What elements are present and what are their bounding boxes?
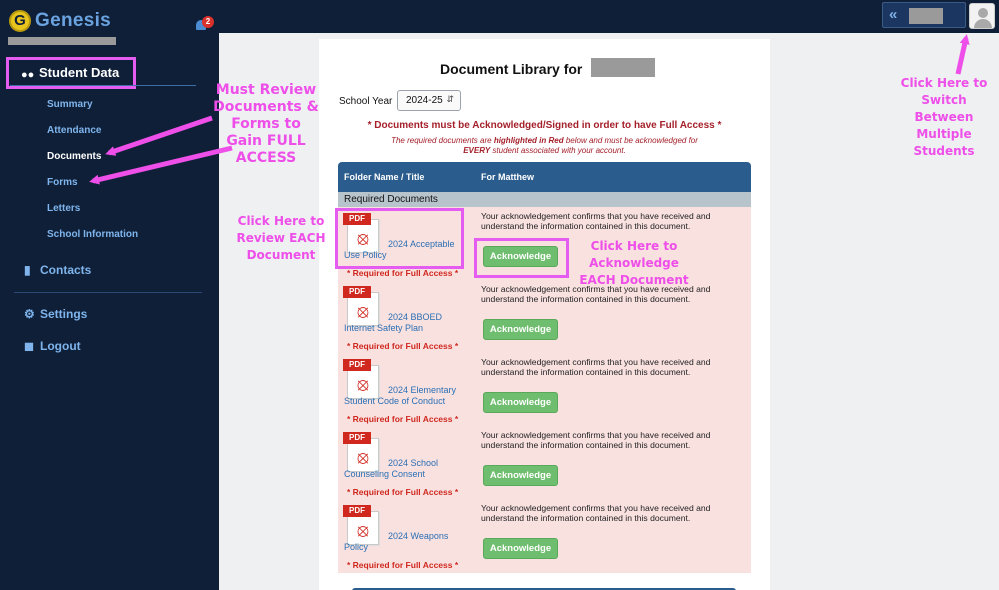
annotation-line: Acknowledge bbox=[589, 256, 679, 270]
annotation-line: Must Review bbox=[215, 82, 317, 98]
annotation-click-acknowledge: Click Here to Acknowledge EACH Document bbox=[578, 238, 690, 289]
annotation-arrows bbox=[89, 34, 970, 185]
annotation-line: Switch bbox=[921, 93, 967, 107]
annotation-click-review: Click Here to Review EACH Document bbox=[231, 213, 331, 264]
annotation-line: Between bbox=[914, 110, 974, 124]
annotation-line: Forms to bbox=[231, 116, 301, 132]
annotation-line: Multiple bbox=[916, 127, 972, 141]
annotation-line: Click Here to bbox=[900, 76, 988, 90]
arrow-to-avatar bbox=[955, 34, 970, 75]
annotation-line: Review EACH bbox=[236, 231, 326, 245]
annotation-line: EACH Document bbox=[579, 273, 689, 287]
annotation-line: Documents & bbox=[213, 99, 319, 115]
annotation-line: Students bbox=[913, 144, 975, 158]
annotation-click-switch: Click Here to Switch Between Multiple St… bbox=[896, 75, 992, 160]
annotation-line: Gain FULL bbox=[226, 133, 306, 149]
arrow-to-documents bbox=[105, 115, 213, 156]
annotation-line: Document bbox=[246, 248, 316, 262]
annotation-line: Click Here to bbox=[590, 239, 678, 253]
annotation-line: Click Here to bbox=[237, 214, 325, 228]
annotation-must-review: Must Review Documents & Forms to Gain FU… bbox=[212, 82, 320, 167]
annotation-line: ACCESS bbox=[235, 150, 297, 166]
